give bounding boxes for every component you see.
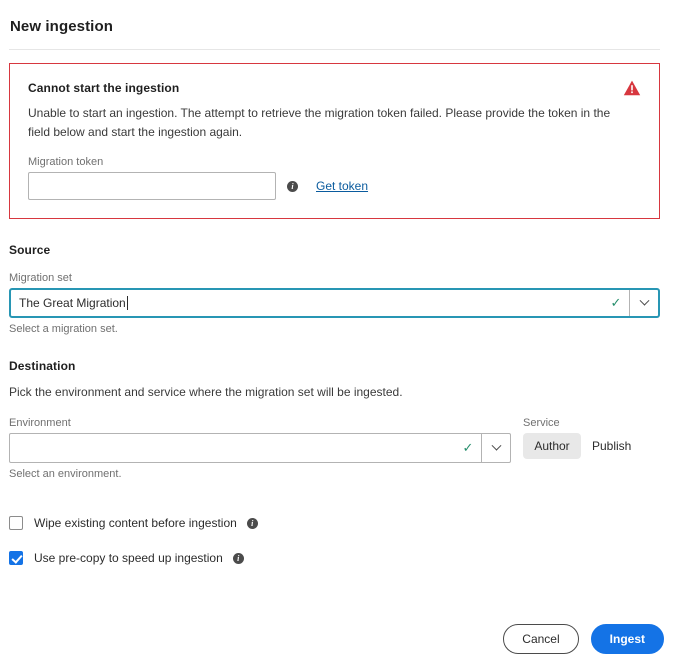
destination-heading: Destination [9,359,76,373]
environment-value[interactable] [10,434,455,462]
migration-set-help: Select a migration set. [9,323,118,335]
environment-help: Select an environment. [9,468,122,480]
chevron-down-icon[interactable] [482,434,510,462]
new-ingestion-page: New ingestion Cannot start the ingestion… [0,0,673,672]
info-icon[interactable]: i [287,180,298,192]
source-heading: Source [9,243,51,257]
get-token-link[interactable]: Get token [316,179,368,193]
error-title: Cannot start the ingestion [28,81,180,95]
environment-label: Environment [9,417,71,429]
warning-triangle-icon [623,79,641,97]
pre-copy-checkbox[interactable] [9,551,23,565]
ingest-button[interactable]: Ingest [590,624,664,654]
title-divider [9,49,660,50]
footer-actions: Cancel Ingest [503,624,664,654]
service-block: Service Author Publish [523,417,642,459]
pre-copy-label: Use pre-copy to speed up ingestion [34,551,223,565]
destination-row: Environment ✓ Select an environment. Ser… [9,417,664,480]
migration-set-value: The Great Migration [19,296,126,310]
service-label: Service [523,417,560,429]
info-icon[interactable]: i [232,552,244,564]
service-segmented-control: Author Publish [523,433,642,459]
info-icon[interactable]: i [246,517,258,529]
cancel-button[interactable]: Cancel [503,624,579,654]
pre-copy-option-row: Use pre-copy to speed up ingestion i [9,551,664,565]
environment-combobox[interactable]: ✓ [9,433,511,463]
wipe-content-checkbox[interactable] [9,516,23,530]
migration-token-label: Migration token [28,156,104,168]
migration-token-input[interactable] [28,172,276,200]
wipe-content-label: Wipe existing content before ingestion [34,516,237,530]
migration-set-value-wrap[interactable]: The Great Migration [11,290,603,316]
migration-token-row: i Get token [28,172,641,200]
chevron-down-icon[interactable] [630,290,658,316]
migration-set-combobox[interactable]: The Great Migration ✓ [9,288,660,318]
checkmark-icon: ✓ [462,440,474,455]
checkmark-icon: ✓ [610,295,622,310]
service-option-publish[interactable]: Publish [581,433,642,459]
destination-description: Pick the environment and service where t… [9,385,403,399]
error-message: Unable to start an ingestion. The attemp… [28,106,611,139]
service-option-author[interactable]: Author [523,433,581,459]
wipe-content-option-row: Wipe existing content before ingestion i [9,516,664,530]
error-panel: Cannot start the ingestion Unable to sta… [9,63,660,219]
environment-block: Environment ✓ Select an environment. [9,417,511,480]
migration-set-label: Migration set [9,272,72,284]
text-caret [126,296,128,310]
page-title: New ingestion [10,18,113,35]
